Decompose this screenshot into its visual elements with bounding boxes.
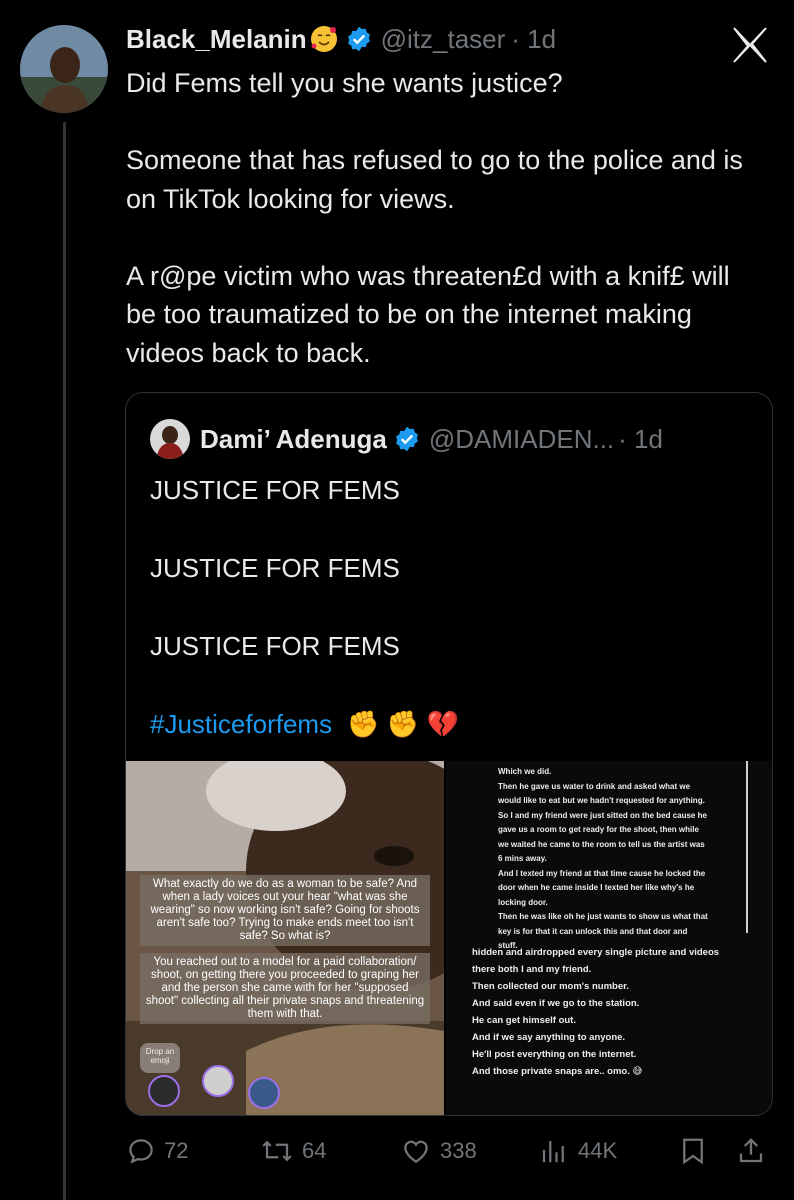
reaction-avatar	[202, 1065, 234, 1097]
quote-hashtag-line: #Justiceforfems ✊ ✊ 💔	[150, 709, 459, 740]
tweet-text: Did Fems tell you she wants justice? Som…	[126, 68, 743, 368]
author-name[interactable]: Black_Melanin	[126, 24, 307, 55]
reply-count: 72	[164, 1138, 189, 1163]
media-image-left[interactable]: What exactly do we do as a woman to be s…	[126, 761, 444, 1115]
bookmark-icon	[683, 1138, 703, 1165]
views-chart-icon	[542, 1141, 564, 1163]
drop-emoji-bubble: Drop an emoji	[140, 1043, 180, 1073]
media-right-text-2: hidden and airdropped every single pictu…	[472, 947, 720, 1077]
quote-author-avatar	[150, 419, 190, 459]
views-count: 44K	[578, 1138, 618, 1163]
scroll-indicator	[746, 761, 748, 933]
media-caption-2: You reached out to a model for a paid co…	[140, 953, 430, 1024]
media-right-text-1: Which we did. Then he gave us water to d…	[498, 767, 708, 950]
smiling-face-with-hearts-icon	[309, 24, 339, 54]
quote-emojis: ✊ ✊ 💔	[347, 709, 459, 739]
bookmark-button[interactable]	[678, 1136, 716, 1166]
reply-button[interactable]: 72	[126, 1136, 188, 1166]
repost-icon	[262, 1140, 292, 1162]
repost-button[interactable]: 64	[260, 1136, 326, 1166]
quote-header: Dami’ Adenuga @DAMIADEN... · 1d	[150, 417, 663, 461]
quote-line: JUSTICE FOR FEMS	[150, 631, 400, 661]
reply-icon	[129, 1139, 153, 1164]
quote-line: JUSTICE FOR FEMS	[150, 553, 400, 583]
heart-icon	[404, 1140, 428, 1163]
verified-badge-icon	[393, 425, 421, 453]
like-button[interactable]: 338	[400, 1136, 477, 1166]
close-icon[interactable]	[726, 20, 774, 68]
like-count: 338	[440, 1138, 477, 1163]
repost-count: 64	[302, 1138, 327, 1163]
hashtag-link[interactable]: #Justiceforfems	[150, 709, 332, 739]
quote-time: · 1d	[618, 423, 663, 454]
author-avatar[interactable]	[20, 25, 108, 113]
author-handle[interactable]: @itz_taser	[381, 24, 506, 55]
tweet-time[interactable]: · 1d	[511, 24, 556, 55]
quoted-tweet[interactable]: Dami’ Adenuga @DAMIADEN... · 1d JUSTICE …	[125, 392, 773, 1116]
quote-author-name: Dami’ Adenuga	[200, 423, 387, 454]
media-caption-1: What exactly do we do as a woman to be s…	[140, 875, 430, 946]
tweet-header: Black_Melanin @itz_taser · 1d	[126, 22, 556, 56]
quote-author-handle: @DAMIADEN...	[428, 423, 615, 454]
share-icon	[739, 1138, 763, 1163]
thread-line	[63, 122, 66, 1200]
media-image-right[interactable]: Which we did. Then he gave us water to d…	[446, 761, 772, 1115]
quote-media[interactable]: What exactly do we do as a woman to be s…	[126, 761, 772, 1115]
quote-line: JUSTICE FOR FEMS	[150, 475, 400, 505]
action-bar: 72 64 338 44K	[126, 1136, 774, 1172]
reaction-avatar	[148, 1075, 180, 1107]
views-button[interactable]: 44K	[538, 1136, 617, 1166]
reaction-avatar	[248, 1077, 280, 1109]
verified-badge-icon	[345, 25, 373, 53]
share-button[interactable]	[736, 1136, 774, 1166]
